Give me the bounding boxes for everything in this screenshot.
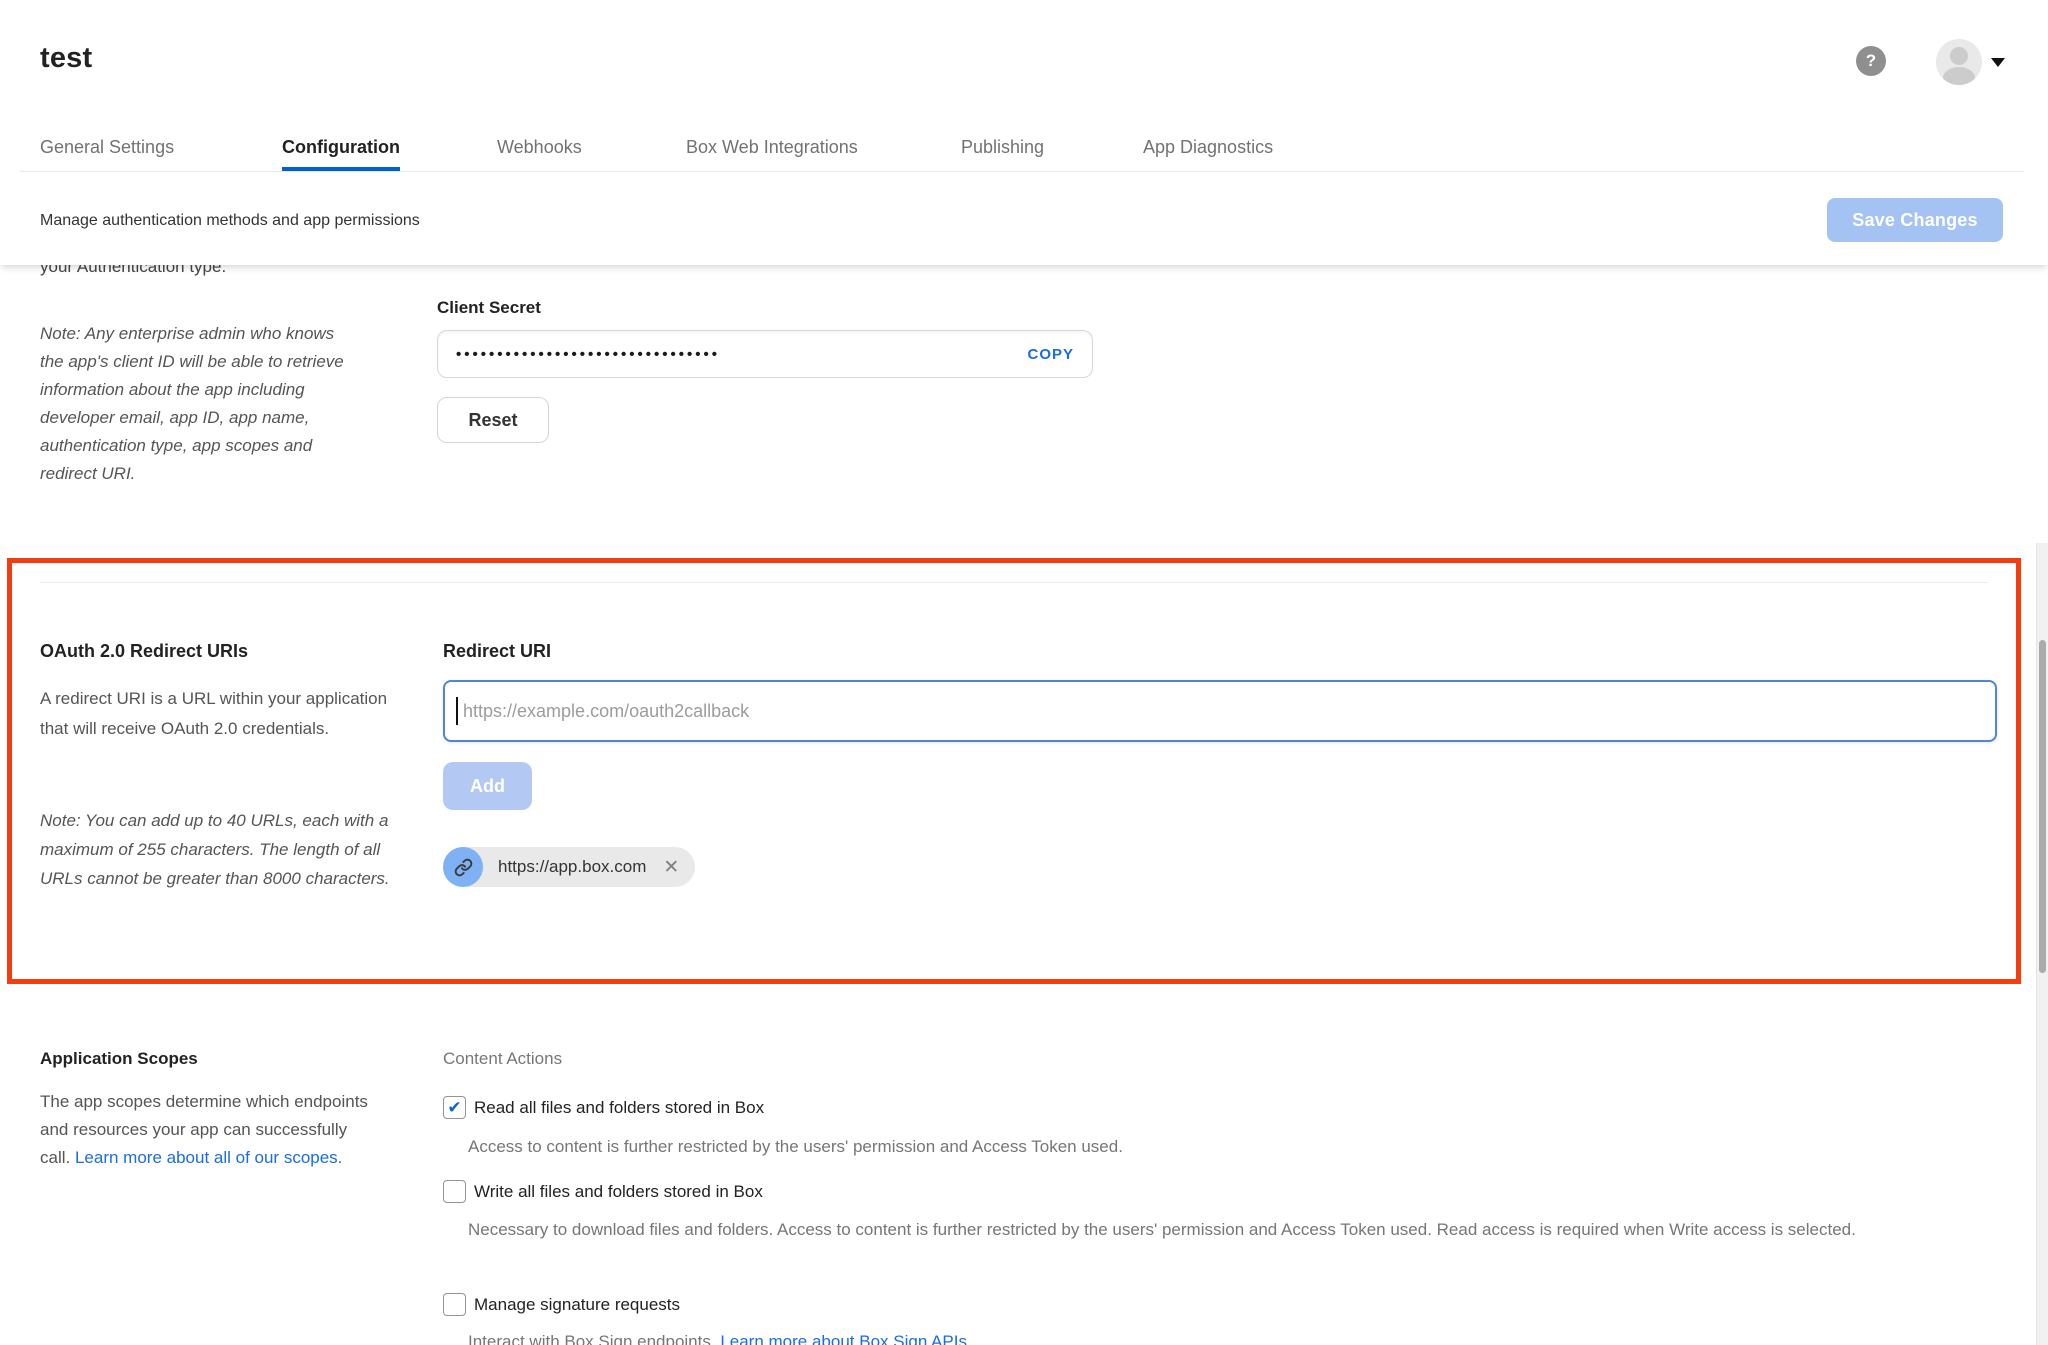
client-secret-note: Note: Any enterprise admin who knows the…: [40, 320, 358, 488]
checkbox-write-files[interactable]: ✔: [443, 1180, 466, 1203]
checkbox-read-files-label[interactable]: Read all files and folders stored in Box: [474, 1098, 764, 1118]
redirect-uri-label: Redirect URI: [443, 641, 551, 662]
avatar[interactable]: [1936, 39, 1982, 85]
add-button[interactable]: Add: [443, 762, 532, 810]
avatar-body-shape: [1943, 67, 1975, 85]
avatar-head-shape: [1950, 47, 1968, 65]
redirect-uri-input[interactable]: [443, 680, 1997, 742]
page-title: test: [40, 42, 92, 75]
remove-chip-icon[interactable]: ✕: [663, 858, 679, 877]
content-actions-label: Content Actions: [443, 1049, 562, 1069]
chip-url: https://app.box.com: [498, 857, 646, 877]
tab-publishing[interactable]: Publishing: [961, 131, 1044, 171]
save-changes-button[interactable]: Save Changes: [1827, 198, 2003, 242]
tab-app-diagnostics[interactable]: App Diagnostics: [1143, 131, 1273, 171]
box-sign-apis-link[interactable]: Learn more about Box Sign APIs.: [720, 1332, 971, 1345]
check-icon: ✔: [447, 1099, 461, 1116]
scopes-learn-more-link[interactable]: Learn more about all of our scopes.: [75, 1148, 342, 1167]
text-cursor: [456, 697, 458, 725]
checkbox-write-files-label[interactable]: Write all files and folders stored in Bo…: [474, 1182, 763, 1202]
masked-secret-value: ••••••••••••••••••••••••••••••••: [456, 346, 720, 363]
checkbox-manage-signature-description: Interact with Box Sign endpoints. Learn …: [468, 1327, 1868, 1345]
signature-description-text: Interact with Box Sign endpoints.: [468, 1332, 720, 1345]
checkbox-write-files-description: Necessary to download files and folders.…: [468, 1215, 1996, 1245]
checkbox-read-files-description: Access to content is further restricted …: [468, 1132, 1868, 1162]
client-secret-field[interactable]: •••••••••••••••••••••••••••••••• COPY: [437, 330, 1093, 378]
tab-configuration[interactable]: Configuration: [282, 131, 400, 171]
oauth-section-title: OAuth 2.0 Redirect URIs: [40, 641, 248, 662]
copy-button[interactable]: COPY: [1027, 346, 1074, 363]
toolbar: Manage authentication methods and app pe…: [0, 172, 2048, 265]
help-icon[interactable]: ?: [1856, 46, 1886, 76]
redirect-uri-chip: https://app.box.com ✕: [443, 847, 695, 887]
chevron-down-icon[interactable]: [1991, 58, 2005, 67]
tab-box-web-integrations[interactable]: Box Web Integrations: [686, 131, 858, 171]
page-subtitle: Manage authentication methods and app pe…: [40, 212, 420, 230]
oauth-description: A redirect URI is a URL within your appl…: [40, 684, 402, 744]
box-dev-console-configuration-page: test ? General Settings Configuration We…: [0, 0, 2048, 1345]
help-icon-glyph: ?: [1866, 51, 1876, 71]
tab-webhooks[interactable]: Webhooks: [497, 131, 582, 171]
oauth-note: Note: You can add up to 40 URLs, each wi…: [40, 806, 420, 893]
scrollbar-thumb[interactable]: [2039, 640, 2046, 973]
section-divider: [40, 582, 1988, 583]
tab-general-settings[interactable]: General Settings: [40, 131, 174, 171]
reset-button[interactable]: Reset: [437, 397, 549, 443]
oauth-redirect-section: OAuth 2.0 Redirect URIs A redirect URI i…: [7, 558, 2021, 984]
client-secret-label: Client Secret: [437, 298, 541, 318]
application-scopes-title: Application Scopes: [40, 1049, 198, 1069]
checkbox-manage-signature[interactable]: ✔: [443, 1293, 466, 1316]
application-scopes-description: The app scopes determine which endpoints…: [40, 1088, 376, 1172]
link-icon: [443, 847, 483, 887]
checkbox-manage-signature-label[interactable]: Manage signature requests: [474, 1295, 680, 1315]
checkbox-read-files[interactable]: ✔: [443, 1096, 466, 1119]
